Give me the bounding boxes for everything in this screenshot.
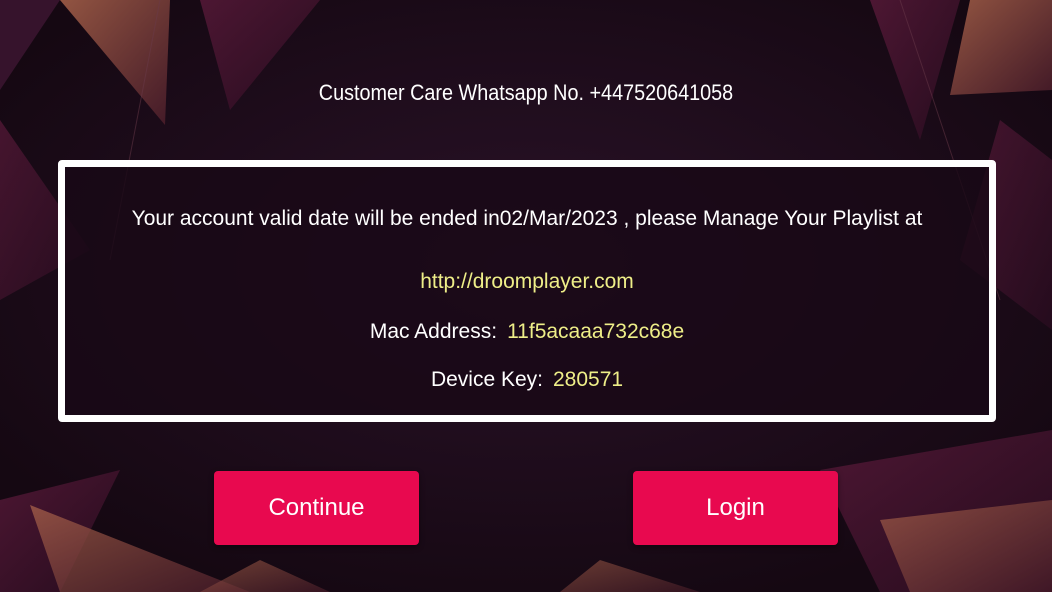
continue-button[interactable]: Continue	[214, 471, 419, 545]
account-info-box: Your account valid date will be ended in…	[58, 160, 996, 422]
customer-care-text: Customer Care Whatsapp No. +447520641058	[318, 80, 734, 105]
device-key-value: 280571	[552, 368, 624, 391]
account-expiry-notice: Your account valid date will be ended in…	[131, 207, 923, 230]
mac-address-value: 11f5acaaa732c68e	[507, 320, 685, 343]
device-key-row: Device Key: 280571	[65, 368, 989, 392]
playlist-url-link[interactable]: http://droomplayer.com	[65, 270, 989, 294]
mac-address-row: Mac Address: 11f5acaaa732c68e	[65, 320, 989, 344]
login-button[interactable]: Login	[633, 471, 838, 545]
mac-address-label: Mac Address:	[369, 320, 498, 343]
device-key-label: Device Key:	[430, 368, 543, 391]
